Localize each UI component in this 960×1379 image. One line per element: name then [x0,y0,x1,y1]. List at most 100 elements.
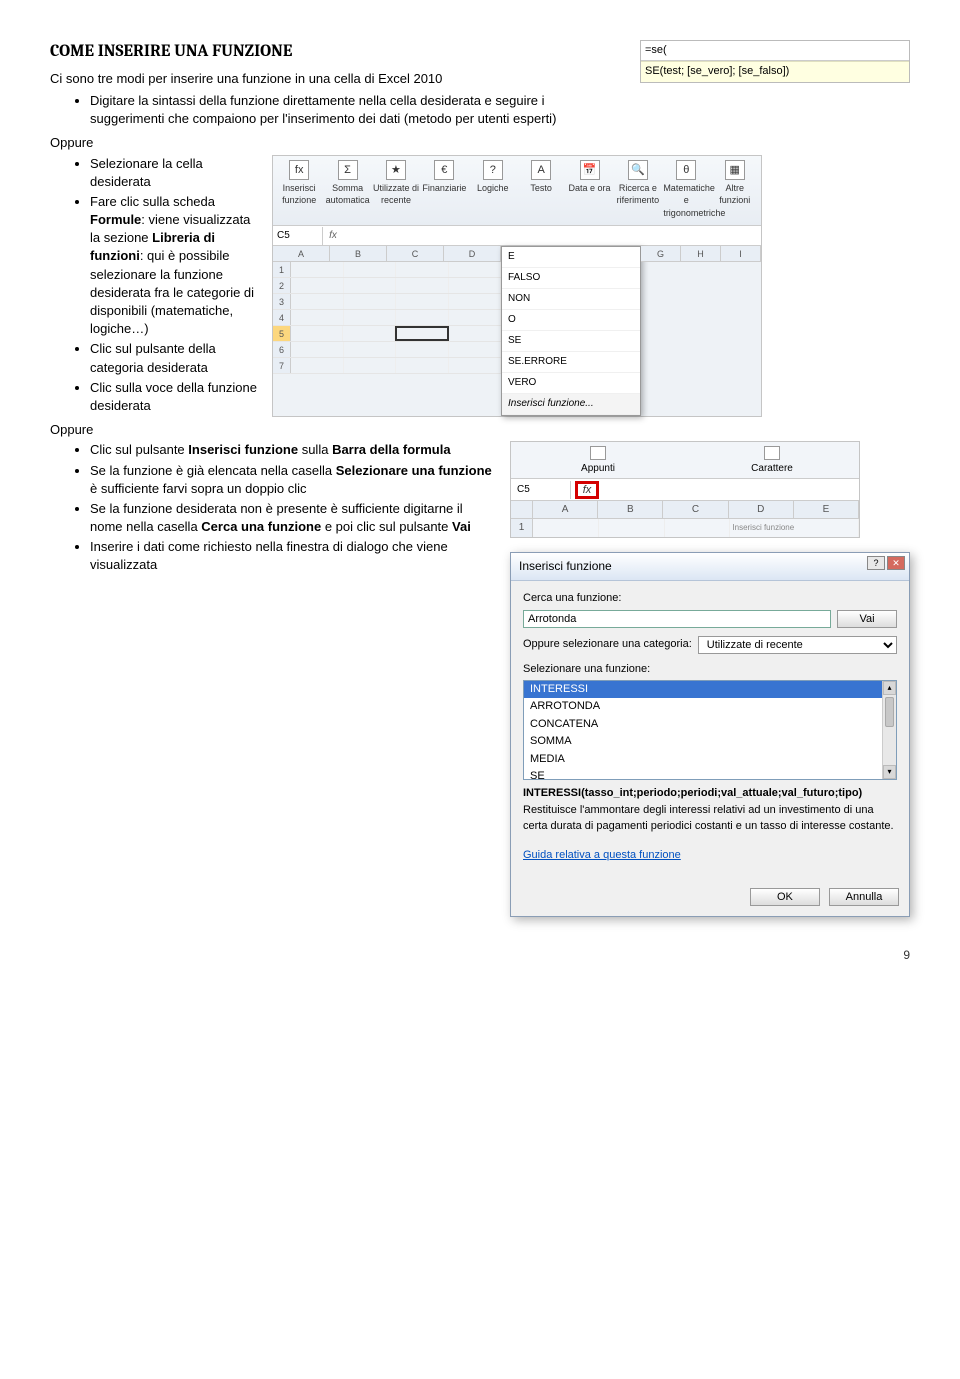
insert-function-button[interactable]: fx [575,481,599,499]
column-header[interactable]: B [330,246,387,261]
ribbon-icon-glyph: fx [289,160,309,180]
dialog-title: Inserisci funzione ? ✕ [511,553,909,581]
hint-cell: Inserisci funzione [730,519,859,537]
ribbon-icon-glyph: θ [676,160,696,180]
row-header[interactable]: 1 [273,262,291,277]
column-header[interactable]: A [533,501,598,518]
category-label: Oppure selezionare una categoria: [523,637,692,652]
scrollbar[interactable]: ▴ ▾ [882,681,896,779]
syntax-hint: SE(test; [se_vero]; [se_falso]) [641,61,909,81]
dropdown-item[interactable]: E [502,247,640,268]
cancel-button[interactable]: Annulla [829,888,899,906]
close-icon[interactable]: ✕ [887,556,905,570]
help-link[interactable]: Guida relativa a questa funzione [523,848,681,863]
column-header[interactable]: C [663,501,728,518]
search-label: Cerca una funzione: [523,591,897,606]
bullet-item: Selezionare la cella desiderata [90,155,260,191]
column-header[interactable]: C [387,246,444,261]
pane-label: Carattere [751,463,793,474]
cell-reference[interactable]: C5 [511,481,571,499]
scroll-up-icon[interactable]: ▴ [883,681,896,695]
scroll-thumb[interactable] [885,697,894,727]
dropdown-item[interactable]: Inserisci funzione... [502,394,640,415]
ribbon-button[interactable]: ?Logiche [470,160,516,220]
font-icon [764,446,780,460]
column-header[interactable]: E [794,501,859,518]
logic-dropdown[interactable]: EFALSONONOSESE.ERROREVEROInserisci funzi… [501,246,641,416]
help-icon[interactable]: ? [867,556,885,570]
column-header[interactable]: B [598,501,663,518]
clipboard-icon [590,446,606,460]
column-header[interactable]: H [681,246,721,261]
t: Cerca una funzione [201,519,321,534]
function-listbox[interactable]: INTERESSIARROTONDACONCATENASOMMAMEDIASEC… [523,680,897,780]
ribbon-button[interactable]: ATesto [518,160,564,220]
fx-icon[interactable]: fx [323,229,343,243]
ribbon-button[interactable]: ▦Altre funzioni [712,160,758,220]
page-number: 9 [50,947,910,964]
ribbon-icon-glyph: 🔍 [628,160,648,180]
ribbon-screenshot: fxInserisci funzioneΣSomma automatica★Ut… [272,155,762,418]
dropdown-item[interactable]: VERO [502,373,640,394]
ribbon-button[interactable]: fxInserisci funzione [276,160,322,220]
dropdown-item[interactable]: O [502,310,640,331]
dialog-title-text: Inserisci funzione [519,559,612,573]
row-header[interactable]: 4 [273,310,291,325]
dropdown-item[interactable]: SE [502,331,640,352]
ribbon-button[interactable]: ΣSomma automatica [325,160,371,220]
bullet-item: Se la funzione è già elencata nella case… [90,462,498,498]
row-header[interactable]: 2 [273,278,291,293]
function-option[interactable]: INTERESSI [524,681,896,698]
oppure-label: Oppure [50,134,910,152]
ribbon-button[interactable]: 📅Data e ora [567,160,613,220]
bullet-item: Digitare la sintassi della funzione dire… [90,92,620,128]
ok-button[interactable]: OK [750,888,820,906]
t: è sufficiente farvi sopra un doppio clic [90,481,307,496]
insert-function-dialog: Inserisci funzione ? ✕ Cerca una funzion… [510,552,910,916]
go-button[interactable]: Vai [837,610,897,628]
t: Barra della formula [332,442,451,457]
t: Se la funzione è già elencata nella case… [90,463,336,478]
function-option[interactable]: SE [524,768,896,780]
t: Formule [90,212,141,227]
column-header[interactable]: D [729,501,794,518]
dropdown-item[interactable]: FALSO [502,268,640,289]
bullet-item: Se la funzione desiderata non è presente… [90,500,498,536]
column-header[interactable]: A [273,246,330,261]
function-option[interactable]: ARROTONDA [524,698,896,715]
function-option[interactable]: CONCATENA [524,716,896,733]
search-input[interactable] [523,610,831,628]
t: Vai [452,519,471,534]
ribbon-button[interactable]: €Finanziarie [421,160,467,220]
ribbon-button[interactable]: θMatematiche e trigonometriche [663,160,709,220]
ribbon-button[interactable]: ★Utilizzate di recente [373,160,419,220]
select-function-label: Selezionare una funzione: [523,662,897,677]
ribbon-icon-glyph: ★ [386,160,406,180]
row-header[interactable]: 5 [273,326,291,341]
row-header[interactable]: 3 [273,294,291,309]
t: e poi clic sul pulsante [321,519,452,534]
bullet-item: Inserire i dati come richiesto nella fin… [90,538,498,574]
dropdown-item[interactable]: NON [502,289,640,310]
function-option[interactable]: SOMMA [524,733,896,750]
row-header[interactable]: 7 [273,358,291,373]
column-header[interactable]: G [641,246,681,261]
function-option[interactable]: MEDIA [524,751,896,768]
t: sulla [298,442,332,457]
ribbon-icon-glyph: Σ [338,160,358,180]
scroll-down-icon[interactable]: ▾ [883,765,896,779]
column-header[interactable]: D [444,246,501,261]
oppure-label: Oppure [50,421,910,439]
bullet-item: Clic sul pulsante della categoria deside… [90,340,260,376]
row-header[interactable]: 1 [511,519,533,537]
bullet-item: Clic sul pulsante Inserisci funzione sul… [90,441,498,459]
column-header[interactable]: I [721,246,761,261]
bullet-item: Clic sulla voce della funzione desiderat… [90,379,260,415]
ribbon-icon-glyph: ▦ [725,160,745,180]
cell-reference[interactable]: C5 [273,227,323,245]
category-select[interactable]: Utilizzate di recente [698,636,897,654]
formula-tooltip: =se( SE(test; [se_vero]; [se_falso]) [640,40,910,83]
ribbon-button[interactable]: 🔍Ricerca e riferimento [615,160,661,220]
dropdown-item[interactable]: SE.ERRORE [502,352,640,373]
row-header[interactable]: 6 [273,342,291,357]
